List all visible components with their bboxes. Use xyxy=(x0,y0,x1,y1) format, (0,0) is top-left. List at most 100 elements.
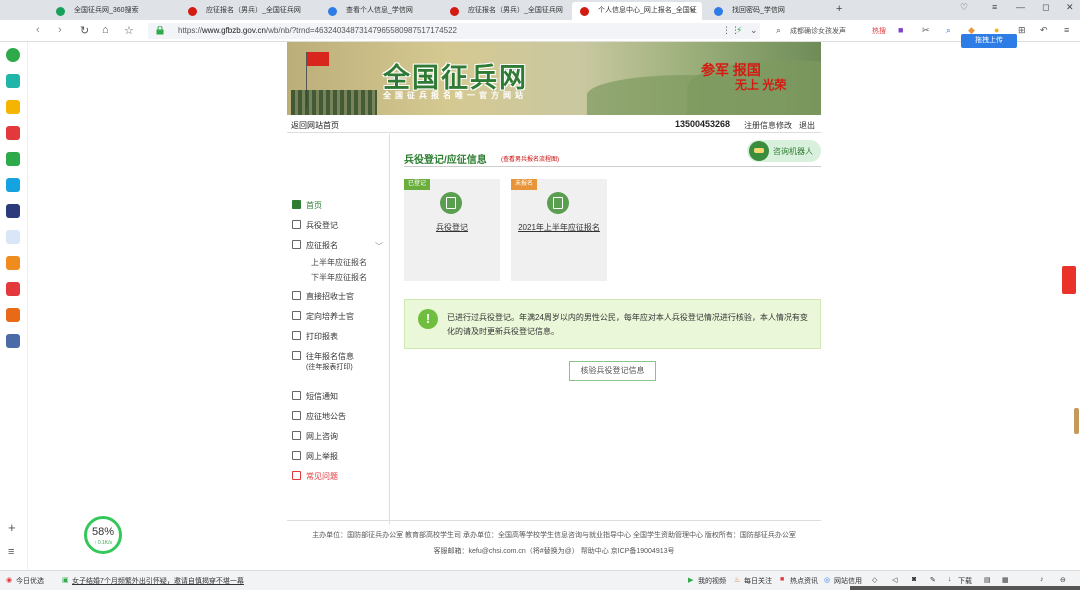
sidebar-menu-icon[interactable]: ≡ xyxy=(8,546,14,558)
tab-apply-1[interactable]: 应征报名（男兵）_全国征兵网 xyxy=(180,2,316,20)
volume-icon[interactable]: ♪ xyxy=(1040,576,1044,583)
floating-ad-tab[interactable] xyxy=(1062,266,1076,294)
forward-icon[interactable]: › xyxy=(58,24,62,36)
footer-contact: 客服邮箱：kefu@chsi.com.cn（将#替换为@） 帮助中心 京ICP备… xyxy=(433,548,675,555)
site-credit-link[interactable]: 网站信用 xyxy=(834,576,862,586)
menu-icon[interactable]: ≡ xyxy=(992,2,997,12)
national-flag-icon xyxy=(307,52,329,66)
browser-tab-bar: 全国征兵网_360搜索 应征报名（男兵）_全国征兵网 查看个人信息_学信网 应征… xyxy=(0,0,1080,20)
my-video-link[interactable]: 我的视频 xyxy=(698,576,726,586)
today-picks[interactable]: 今日优选 xyxy=(16,576,44,586)
apply-icon xyxy=(292,240,301,249)
footer-organizers: 主办单位：国防部征兵办公室 教育部高校学生司 承办单位：全国高等学校学生信息咨询… xyxy=(312,532,796,539)
section-divider xyxy=(404,166,821,167)
chevron-down-icon[interactable]: ﹀ xyxy=(375,241,383,252)
site-subtitle: 全国征兵报名唯一官方网站 xyxy=(383,91,527,100)
minimize-icon[interactable]: — xyxy=(1016,2,1025,12)
close-tab-icon[interactable]: ✕ xyxy=(689,2,696,20)
add-app-icon[interactable]: + xyxy=(8,520,16,535)
apply-card[interactable]: 未报名 2021年上半年应征报名 xyxy=(511,179,607,281)
notice-box: ! 已进行过兵役登记。年满24周岁以内的男性公民，每年应对本人兵役登记情况进行核… xyxy=(404,299,821,349)
apps-icon[interactable]: ⊞ xyxy=(1018,25,1026,36)
cut-icon[interactable]: ✂ xyxy=(922,25,930,36)
news-ticker-link[interactable]: 女子结婚7个月频繁外出引怀疑，邀请自慎揭穿不堪一幕 xyxy=(72,576,244,586)
video-app-icon[interactable] xyxy=(6,282,20,296)
download-link[interactable]: 下载 xyxy=(958,576,972,586)
p-app-icon[interactable] xyxy=(6,178,20,192)
news-icon: ▣ xyxy=(62,577,69,584)
soldiers-image xyxy=(291,90,377,115)
back-home-link[interactable]: 返回网站首页 xyxy=(291,120,339,131)
browser-logo-icon[interactable] xyxy=(6,48,20,62)
search-box[interactable]: ⌕ 成都确诊女孩发声 热搜 xyxy=(774,23,894,39)
edit-registration-link[interactable]: 注册信息修改 xyxy=(744,120,792,131)
hot-news-icon: ■ xyxy=(780,576,785,583)
find-icon[interactable]: ⌕ xyxy=(946,25,951,36)
apply-card-label[interactable]: 2021年上半年应征报名 xyxy=(511,222,607,233)
tab-apply-2[interactable]: 应征报名（男兵）_全国征兵网 xyxy=(442,2,570,20)
download-icon[interactable]: ↓ xyxy=(948,576,952,583)
screen-icon[interactable]: ▦ xyxy=(1002,576,1009,584)
scrollbar-thumb[interactable] xyxy=(1074,408,1079,434)
logout-link[interactable]: 退出 xyxy=(799,120,815,131)
announcement-icon xyxy=(292,411,301,420)
shop-app-icon[interactable] xyxy=(6,256,20,270)
zoom-icon[interactable]: ⊖ xyxy=(1060,576,1066,584)
menu-subitem-first-half[interactable]: 上半年应征报名 xyxy=(311,257,367,268)
refresh-icon[interactable]: ↻ xyxy=(80,24,89,37)
xuexin-favicon-icon xyxy=(714,7,723,16)
video-icon: ▶ xyxy=(688,577,694,584)
tools-icon[interactable]: ✎ xyxy=(930,576,936,584)
browser-sidebar: + ≡ xyxy=(0,42,28,570)
upload-tooltip[interactable]: 拖拽上传 xyxy=(961,34,1017,48)
site-banner: 全国征兵网 全国征兵报名唯一官方网站 参军 报国 无上 光荣 xyxy=(287,42,821,115)
shield-icon[interactable]: ◇ xyxy=(872,576,877,584)
tab-personal-center[interactable]: 个人信息中心_网上报名_全国征 ✕ xyxy=(572,2,702,20)
star-app-icon[interactable] xyxy=(6,100,20,114)
today-icon: ◉ xyxy=(6,577,13,584)
speaker-icon[interactable]: ◁ xyxy=(892,576,897,584)
undo-icon[interactable]: ↶ xyxy=(1040,25,1048,36)
skin-icon[interactable]: ♡ xyxy=(960,2,968,13)
menu-subitem-second-half[interactable]: 下半年应征报名 xyxy=(311,272,367,283)
extension-icon[interactable]: ■ xyxy=(898,25,903,35)
daily-focus-link[interactable]: 每日关注 xyxy=(744,576,772,586)
close-window-icon[interactable]: ✕ xyxy=(1066,2,1074,13)
directed-training-icon xyxy=(292,311,301,320)
hot-news-link[interactable]: 热点资讯 xyxy=(790,576,818,586)
tab-search[interactable]: 全国征兵网_360搜索 xyxy=(48,2,176,20)
url-host: www.gfbzb.gov.cn xyxy=(202,26,266,35)
slogan-line-2: 无上 光荣 xyxy=(735,78,787,92)
register-card[interactable]: 已登记 兵役登记 xyxy=(404,179,500,281)
network-speed-widget[interactable]: 58% ↑ 0.1K/s xyxy=(84,516,122,554)
maximize-icon[interactable]: ◻ xyxy=(1042,2,1049,13)
game3-app-icon[interactable] xyxy=(6,334,20,348)
tab-xuexin-info[interactable]: 查看个人信息_学信网 xyxy=(320,2,440,20)
camera-icon[interactable]: ◙ xyxy=(912,576,916,583)
question-icon xyxy=(292,471,301,480)
new-tab-icon[interactable]: + xyxy=(836,3,842,15)
more-icon[interactable]: ≡ xyxy=(1064,25,1069,35)
taskbar-edge xyxy=(850,586,1080,590)
verify-registration-button[interactable]: 核验兵役登记信息 xyxy=(569,361,656,381)
doc-app-icon[interactable] xyxy=(6,230,20,244)
tab-find-password[interactable]: 找回密码_学信网 xyxy=(706,2,830,20)
home-icon xyxy=(292,200,301,209)
game-app-icon[interactable] xyxy=(6,204,20,218)
game2-app-icon[interactable] xyxy=(6,308,20,322)
register-card-label[interactable]: 兵役登记 xyxy=(404,222,500,233)
lightning-icon[interactable]: ⚡ xyxy=(736,25,742,36)
credit-icon: ◎ xyxy=(824,577,831,584)
consult-robot-button[interactable]: 咨询机器人 xyxy=(747,140,821,162)
dropdown-icon[interactable]: ⌄ xyxy=(750,25,758,36)
layout-icon[interactable]: ▤ xyxy=(984,576,991,584)
back-icon[interactable]: ‹ xyxy=(36,24,40,36)
app-icon-1[interactable] xyxy=(6,74,20,88)
mail-icon[interactable] xyxy=(6,152,20,166)
weibo-icon[interactable] xyxy=(6,126,20,140)
history-icon xyxy=(292,351,301,360)
url-input[interactable]: https://www.gfbzb.gov.cn/wb/nb/?trnd=463… xyxy=(148,23,760,39)
star-bookmark-icon[interactable]: ☆ xyxy=(124,24,134,37)
home-icon[interactable]: ⌂ xyxy=(102,24,109,36)
flowchart-link[interactable]: (查看男兵报名流程图) xyxy=(501,154,559,163)
